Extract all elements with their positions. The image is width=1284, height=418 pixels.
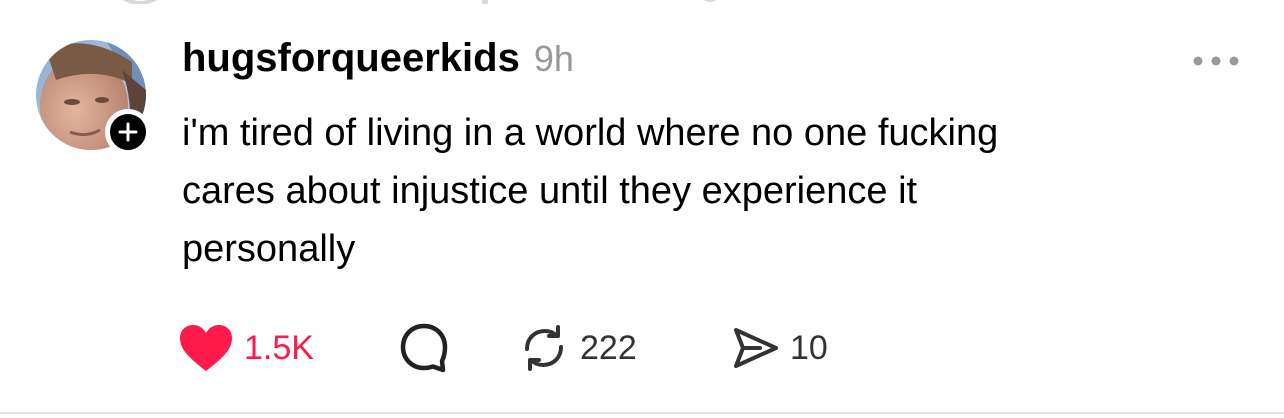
username-link[interactable]: hugsforqueerkids bbox=[182, 36, 520, 81]
post-divider bbox=[0, 412, 1284, 414]
like-count: 1.5K bbox=[244, 328, 314, 367]
send-arrow-icon bbox=[730, 323, 780, 373]
share-count: 10 bbox=[790, 328, 828, 367]
post-text-line: cares about injustice until they experie… bbox=[182, 170, 918, 212]
like-button[interactable]: 1.5K bbox=[178, 320, 314, 376]
reply-button[interactable] bbox=[398, 320, 450, 376]
speech-bubble-icon bbox=[398, 322, 450, 374]
more-horizontal-icon bbox=[1192, 55, 1240, 67]
post-timestamp: 9h bbox=[533, 38, 574, 79]
repost-count: 222 bbox=[580, 328, 637, 367]
post-text-line: personally bbox=[182, 228, 356, 270]
more-options-button[interactable] bbox=[1188, 46, 1244, 76]
post-text-line: i'm tired of living in a world where no … bbox=[182, 112, 999, 154]
follow-button[interactable] bbox=[105, 109, 151, 155]
share-button[interactable]: 10 bbox=[730, 320, 828, 376]
repost-arrows-icon bbox=[518, 322, 570, 374]
thread-post: hugsforqueerkids 9h i'm tired of living … bbox=[0, 0, 1284, 412]
post-header: hugsforqueerkids 9h bbox=[182, 36, 574, 86]
post-text: i'm tired of living in a world where no … bbox=[182, 104, 1232, 278]
repost-button[interactable]: 222 bbox=[518, 320, 637, 376]
heart-filled-icon bbox=[178, 323, 234, 373]
plus-icon bbox=[118, 122, 138, 142]
